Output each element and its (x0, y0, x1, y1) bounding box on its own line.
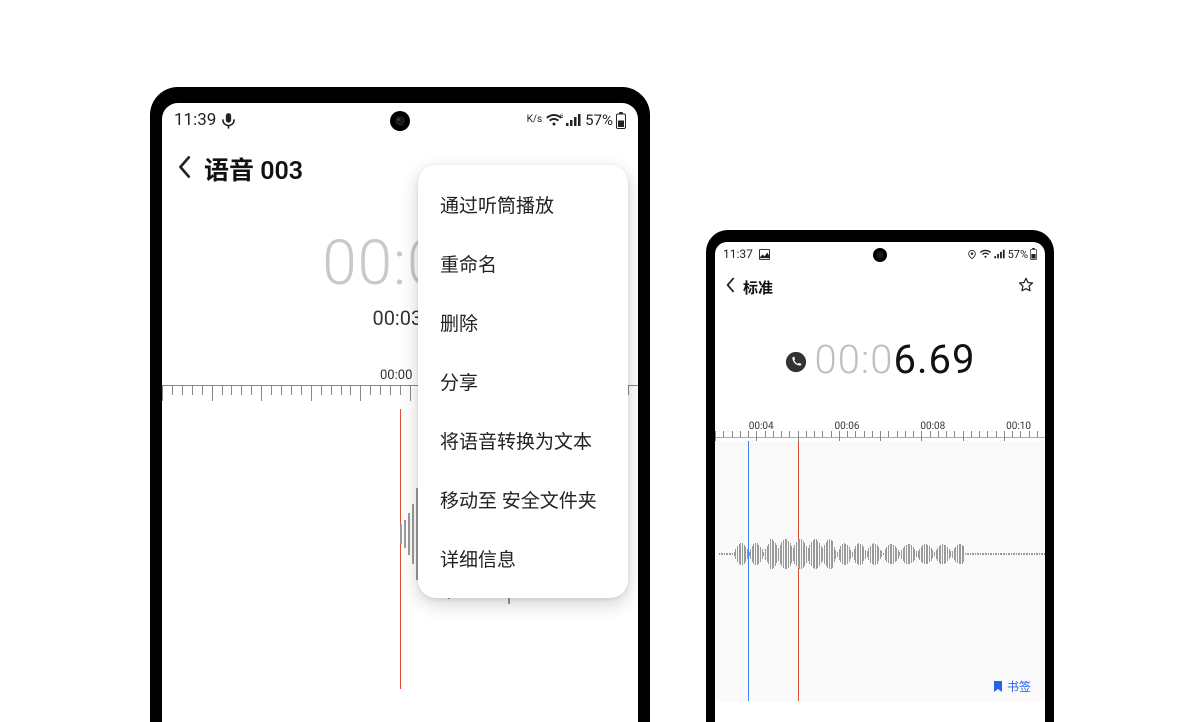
menu-item-details[interactable]: 详细信息 (418, 529, 628, 588)
wifi-icon (979, 249, 992, 259)
ruler-time-label: 00:04 (749, 421, 774, 432)
phone-left-frame: 11:39 K/s 6 57% (150, 87, 650, 722)
battery-icon (616, 112, 626, 129)
location-icon (967, 249, 977, 260)
picture-icon (759, 249, 770, 260)
signal-icon (566, 113, 582, 127)
waveform-area[interactable]: 书签 (715, 441, 1045, 701)
time-elapsed-black: 6.69 (893, 336, 975, 383)
back-icon[interactable] (176, 155, 192, 184)
favorite-star-icon[interactable] (1017, 276, 1035, 299)
camera-hole-icon (873, 247, 887, 261)
camera-hole-icon (390, 111, 410, 131)
page-header: 标准 (715, 266, 1045, 308)
battery-percent: 57% (1008, 248, 1028, 261)
time-elapsed-gray: 00:0 (815, 336, 894, 383)
phone-right-frame: 11:37 57% (706, 230, 1054, 722)
playhead-line (798, 441, 799, 701)
status-time: 11:39 (174, 110, 216, 130)
page-title: 语音 003 (204, 151, 303, 187)
phone-left-screen: 11:39 K/s 6 57% (162, 103, 638, 722)
battery-icon (1030, 248, 1037, 260)
network-speed-icon: K/s (527, 115, 543, 125)
phone-right-screen: 11:37 57% (715, 242, 1045, 722)
menu-item-delete[interactable]: 删除 (418, 293, 628, 352)
time-ruler[interactable]: 00:0400:0600:0800:10 (715, 411, 1045, 441)
mic-icon (222, 112, 235, 129)
page-title: 标准 (743, 277, 773, 298)
status-time: 11:37 (723, 247, 753, 261)
menu-item-stt[interactable]: 将语音转换为文本 (418, 411, 628, 470)
call-record-icon (785, 351, 807, 373)
wifi-icon: 6 (545, 113, 563, 127)
menu-item-move-secure[interactable]: 移动至 安全文件夹 (418, 470, 628, 529)
battery-percent: 57% (585, 111, 613, 129)
recording-time-row: 00:06.69 (715, 336, 1045, 383)
ruler-time-label: 00:00 (380, 368, 412, 383)
bookmark-icon (993, 681, 1003, 693)
menu-item-earpiece[interactable]: 通过听筒播放 (418, 175, 628, 234)
bookmark-marker[interactable] (748, 441, 749, 701)
waveform (715, 539, 1045, 569)
bookmark-button[interactable]: 书签 (993, 678, 1031, 695)
back-icon[interactable] (725, 277, 735, 298)
svg-text:6: 6 (560, 113, 563, 120)
menu-item-rename[interactable]: 重命名 (418, 234, 628, 293)
menu-item-share[interactable]: 分享 (418, 352, 628, 411)
bookmark-label: 书签 (1007, 678, 1031, 695)
signal-icon (994, 249, 1006, 259)
overflow-menu: 通过听筒播放 重命名 删除 分享 将语音转换为文本 移动至 安全文件夹 详细信息 (418, 165, 628, 598)
ruler-time-label: 00:08 (920, 421, 945, 432)
ruler-time-label: 00:10 (1006, 421, 1031, 432)
